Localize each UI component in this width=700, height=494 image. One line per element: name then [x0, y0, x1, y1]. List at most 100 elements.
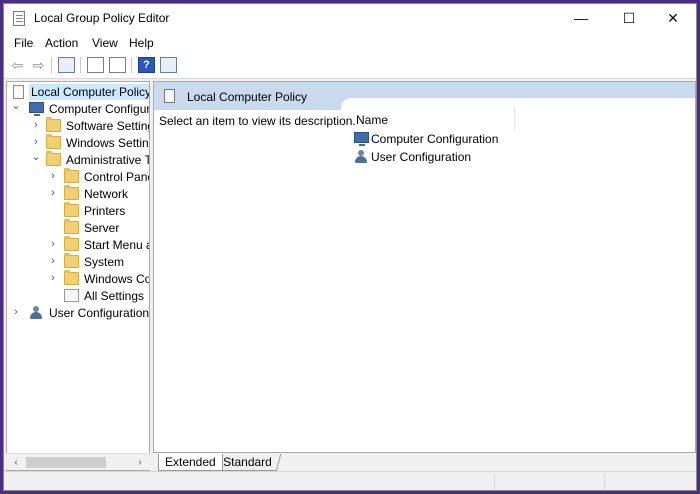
tree-node-label: System: [84, 255, 125, 269]
toolbar-separator: [131, 57, 132, 73]
folder-icon: [64, 168, 79, 183]
export-list-icon[interactable]: [109, 57, 126, 73]
tab-standard-label: Standard: [223, 455, 272, 469]
console-tree[interactable]: Local Computer Policy ⌄ Computer Configu…: [6, 81, 150, 471]
list-item-user-configuration[interactable]: User Configuration: [354, 149, 554, 166]
column-header-label: Name: [356, 113, 389, 127]
tree-node-label: Server: [84, 221, 120, 235]
list-item-computer-configuration[interactable]: Computer Configuration: [354, 131, 554, 148]
scroll-left-icon[interactable]: ‹: [8, 455, 24, 470]
all-settings-icon: [64, 289, 79, 302]
tree-node-local-computer-policy[interactable]: Local Computer Policy: [7, 84, 149, 101]
computer-icon: [29, 102, 44, 116]
tree-node-label: User Configuration: [49, 306, 150, 320]
menu-action[interactable]: Action: [45, 36, 78, 50]
tree-node-label: Network: [84, 187, 129, 201]
tree-horizontal-scrollbar[interactable]: ‹ ›: [6, 453, 150, 470]
folder-icon: [64, 219, 79, 234]
tree-node-label: Computer Configura: [49, 102, 150, 116]
collapse-arrow-icon[interactable]: ›: [31, 119, 41, 131]
collapse-arrow-icon[interactable]: ›: [31, 136, 41, 148]
tab-standard[interactable]: Standard: [214, 454, 281, 471]
folder-icon: [46, 151, 61, 166]
help-icon[interactable]: ?: [138, 57, 155, 73]
user-icon: [29, 306, 43, 319]
tree-node-label: Software Settings: [66, 119, 149, 133]
list-item-label: User Configuration: [371, 150, 472, 164]
column-header-name[interactable]: Name: [350, 108, 515, 130]
tree-node-administrative-templates[interactable]: ⌄ Administrative Te: [7, 150, 150, 169]
group-policy-app-icon: [13, 11, 25, 26]
properties-icon[interactable]: [87, 57, 104, 73]
menu-file[interactable]: File: [14, 36, 33, 50]
back-arrow-icon[interactable]: ⇦: [9, 57, 26, 73]
status-bar: [4, 471, 696, 490]
tree-node-label: Printers: [84, 204, 126, 218]
folder-icon: [64, 185, 79, 200]
tree-node-start-menu[interactable]: › Start Menu ar: [7, 236, 150, 254]
user-icon: [354, 150, 368, 163]
menu-view[interactable]: View: [92, 36, 118, 50]
expand-arrow-icon[interactable]: ⌄: [11, 99, 21, 112]
tree-node-printers[interactable]: Printers: [7, 202, 149, 220]
status-cell: [494, 474, 495, 489]
tree-node-label: Administrative Te: [66, 153, 150, 167]
maximize-button[interactable]: ☐: [606, 4, 652, 32]
toolbar: ⇦ ⇨ ?: [4, 52, 696, 79]
scroll-right-icon[interactable]: ›: [132, 455, 148, 470]
toolbar-separator: [51, 57, 52, 73]
collapse-arrow-icon[interactable]: ›: [48, 187, 58, 199]
tree-node-software-settings[interactable]: › Software Settings: [7, 117, 149, 135]
forward-arrow-icon[interactable]: ⇨: [30, 57, 47, 73]
tree-node-control-panel[interactable]: › Control Panel: [7, 168, 150, 186]
collapse-arrow-icon[interactable]: ›: [48, 170, 58, 182]
tree-node-label: Start Menu ar: [84, 238, 150, 252]
menu-help[interactable]: Help: [129, 36, 154, 50]
toolbar-separator: [80, 57, 81, 73]
title-bar: Local Group Policy Editor — ☐ ✕: [4, 4, 696, 32]
collapse-arrow-icon[interactable]: ›: [48, 272, 58, 284]
folder-icon: [46, 117, 61, 132]
tree-node-label: Control Panel: [84, 170, 150, 184]
folder-icon: [64, 236, 79, 251]
menu-bar: File Action View Help: [4, 32, 696, 52]
policy-icon: [13, 85, 24, 99]
close-button[interactable]: ✕: [650, 4, 696, 32]
expand-arrow-icon[interactable]: ⌄: [31, 150, 41, 163]
show-hide-action-pane-icon[interactable]: [160, 57, 177, 73]
minimize-button[interactable]: —: [558, 4, 604, 32]
view-tabs: Extended Standard: [153, 453, 696, 471]
collapse-arrow-icon[interactable]: ›: [48, 238, 58, 250]
tree-node-label: Windows Setting: [66, 136, 150, 150]
tree-node-computer-configuration[interactable]: ⌄ Computer Configura: [7, 99, 150, 118]
details-pane: Local Computer Policy Select an item to …: [153, 81, 696, 453]
scroll-thumb[interactable]: [26, 457, 106, 468]
tree-node-windows-components[interactable]: › Windows Cor: [7, 270, 150, 288]
collapse-arrow-icon[interactable]: ›: [11, 306, 21, 318]
folder-icon: [64, 253, 79, 268]
tab-extended[interactable]: Extended: [158, 454, 223, 471]
details-header-title: Local Computer Policy: [187, 90, 308, 104]
details-header: Local Computer Policy: [154, 82, 695, 110]
tree-node-label: All Settings: [84, 289, 145, 303]
description-text: Select an item to view its description.: [159, 114, 356, 128]
folder-icon: [46, 134, 61, 149]
tree-node-all-settings[interactable]: All Settings: [7, 288, 149, 305]
show-hide-console-tree-icon[interactable]: [58, 57, 75, 73]
computer-icon: [354, 132, 369, 146]
folder-icon: [64, 202, 79, 217]
app-window: Local Group Policy Editor — ☐ ✕ File Act…: [3, 3, 697, 491]
list-item-label: Computer Configuration: [371, 132, 499, 146]
folder-icon: [64, 270, 79, 285]
collapse-arrow-icon[interactable]: ›: [48, 255, 58, 267]
tree-node-label: Windows Cor: [84, 272, 150, 286]
tree-node-user-configuration[interactable]: › User Configuration: [7, 305, 150, 322]
tree-node-label: Local Computer Policy: [29, 84, 149, 100]
tree-node-system[interactable]: › System: [7, 253, 149, 271]
tree-node-windows-settings[interactable]: › Windows Setting: [7, 134, 150, 152]
tree-node-network[interactable]: › Network: [7, 185, 149, 203]
window-title: Local Group Policy Editor: [34, 11, 170, 25]
policy-icon: [164, 89, 175, 103]
tree-node-server[interactable]: Server: [7, 219, 149, 237]
status-cell: [604, 474, 605, 489]
